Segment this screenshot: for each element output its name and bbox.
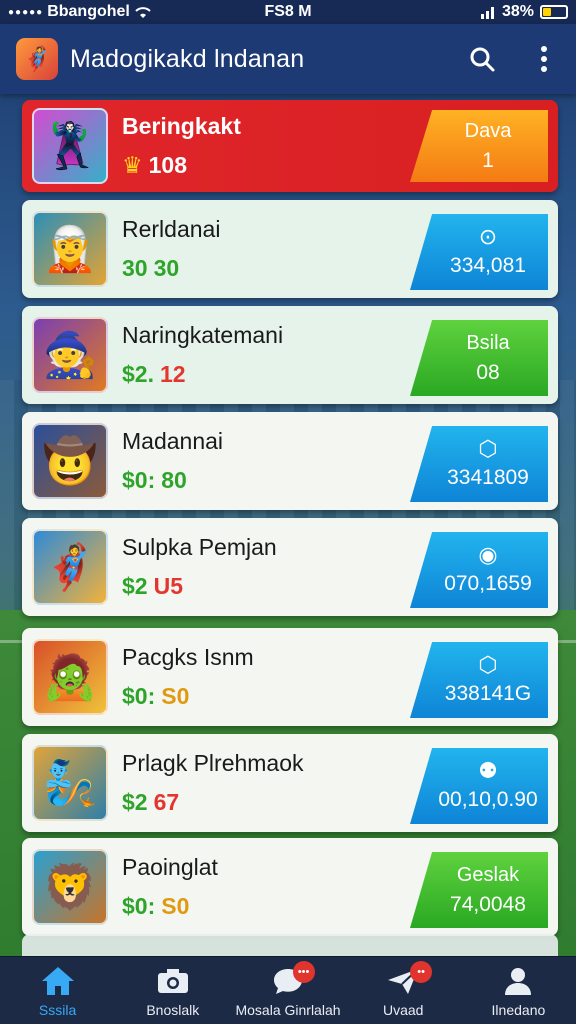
player-avatar: 🧟 xyxy=(32,639,108,715)
nav-label: Uvaad xyxy=(382,1001,424,1018)
badge-value: 1 xyxy=(482,148,494,172)
clock-icon: ⊙ xyxy=(478,224,498,249)
score-part-b: U5 xyxy=(153,573,183,599)
stat-badge[interactable]: ◉ 070,1659 xyxy=(410,532,548,608)
player-avatar: 🧞 xyxy=(32,745,108,821)
player-avatar: 🤠 xyxy=(32,423,108,499)
score-part-a: $2 xyxy=(122,789,148,815)
status-bar: ●●●●● Bbangohel FS8 M 38% xyxy=(0,0,576,24)
badge-value: 08 xyxy=(476,360,500,384)
score-part-b: S0 xyxy=(161,893,190,919)
leaderboard-row[interactable]: 🧟 Pacgks Isnm $0: S0 ⬡ 338141G xyxy=(22,628,558,726)
more-options-button[interactable] xyxy=(528,43,560,75)
stat-badge[interactable]: ⚉ 00,10,0.90 xyxy=(410,748,548,824)
notification-badge-icon: •• xyxy=(410,961,433,983)
score-part-a: $2. xyxy=(122,361,154,387)
leaderboard-row[interactable]: 🦹 Beringkakt ♛ 108 Dava 1 xyxy=(22,100,558,192)
home-icon xyxy=(41,966,74,995)
badge-label: Geslak xyxy=(456,863,520,886)
dice-icon: ⚉ xyxy=(478,758,498,783)
status-time: FS8 M xyxy=(264,3,312,20)
stat-badge[interactable]: Bsila 08 xyxy=(410,320,548,396)
score-part-a: $0: xyxy=(122,893,156,919)
target-icon: ◉ xyxy=(478,542,498,567)
carrier-name: Bbangohel xyxy=(47,3,130,20)
battery-icon xyxy=(540,5,568,19)
battery-percent: 38% xyxy=(501,3,534,20)
nav-send[interactable]: •• Uvaad xyxy=(346,957,461,1024)
score-part-b: 80 xyxy=(161,467,187,493)
leaderboard-row[interactable]: 🤠 Madannai $0: 80 ⬡ 3341809 xyxy=(22,412,558,510)
bottom-nav: Sssila Bnoslalk ••• Mosala Ginrlalah •• … xyxy=(0,956,576,1024)
app-title: Madogikakd lndanan xyxy=(70,44,305,73)
score-part-b: S0 xyxy=(161,683,190,709)
badge-value: 74,0048 xyxy=(450,892,526,916)
leaderboard-row[interactable]: 🧞 Prlagk Plrehmaok $2 67 ⚉ 00,10,0.90 xyxy=(22,734,558,832)
player-avatar: 🦸 xyxy=(32,529,108,605)
player-avatar: 🦁 xyxy=(32,849,108,925)
nav-label: Ilnedano xyxy=(491,1001,546,1018)
badge-value: 00,10,0.90 xyxy=(438,788,538,811)
badge-value: 334,081 xyxy=(450,254,526,277)
badge-value: 070,1659 xyxy=(444,572,532,595)
app-bar: 🦸 Madogikakd lndanan xyxy=(0,24,576,94)
shield-icon: ⬡ xyxy=(478,436,498,461)
score-part-a: 30 xyxy=(122,255,148,281)
score-part-b: 12 xyxy=(159,361,186,387)
leaderboard-row[interactable]: 🦸 Sulpka Pemjan $2 U5 ◉ 070,1659 xyxy=(22,518,558,616)
rank-badge[interactable]: Dava 1 xyxy=(410,110,548,182)
stat-badge[interactable]: ⬡ 338141G xyxy=(410,642,548,718)
badge-value: 3341809 xyxy=(447,466,529,489)
player-score: 108 xyxy=(148,152,187,178)
player-avatar: 🦹 xyxy=(32,108,108,184)
score-part-b: 30 xyxy=(153,255,180,281)
nav-chat[interactable]: ••• Mosala Ginrlalah xyxy=(230,957,345,1024)
badge-label: Dava xyxy=(464,119,512,142)
score-part-a: $0: xyxy=(122,683,156,709)
search-button[interactable] xyxy=(466,43,498,75)
leaderboard-row[interactable]: 🦁 Paoinglat $0: S0 Geslak 74,0048 xyxy=(22,838,558,936)
score-part-a: $0: xyxy=(122,467,156,493)
score-part-b: 67 xyxy=(153,789,180,815)
crown-icon: ♛ xyxy=(122,152,143,178)
badge-value: 338141G xyxy=(444,682,532,705)
app-logo-icon: 🦸 xyxy=(16,38,58,80)
nav-home[interactable]: Sssila xyxy=(0,957,115,1024)
score-part-a: $2 xyxy=(122,573,148,599)
profile-icon xyxy=(505,967,532,995)
nav-label: Sssila xyxy=(38,1001,77,1018)
leaderboard-row[interactable]: 🧙 Naringkatemani $2. 12 Bsila 08 xyxy=(22,306,558,404)
player-avatar: 🧙 xyxy=(32,317,108,393)
player-avatar: 🧝 xyxy=(32,211,108,287)
more-vertical-icon xyxy=(541,46,547,72)
camera-icon xyxy=(157,968,188,993)
signal-dots-icon: ●●●●● xyxy=(8,6,44,18)
badge-label: Bsila xyxy=(466,331,510,354)
nav-label: Bnoslalk xyxy=(146,1001,200,1018)
shield-icon: ⬡ xyxy=(478,652,498,677)
nav-label: Mosala Ginrlalah xyxy=(235,1001,341,1018)
wifi-icon xyxy=(135,7,151,18)
stat-badge[interactable]: ⬡ 3341809 xyxy=(410,426,548,502)
signal-bars-icon xyxy=(480,7,494,19)
stat-badge[interactable]: ⊙ 334,081 xyxy=(410,214,548,290)
leaderboard-row[interactable]: 🧝 Rerldanai 30 30 ⊙ 334,081 xyxy=(22,200,558,298)
search-icon xyxy=(470,47,495,72)
nav-profile[interactable]: Ilnedano xyxy=(461,957,576,1024)
nav-camera[interactable]: Bnoslalk xyxy=(115,957,230,1024)
stat-badge[interactable]: Geslak 74,0048 xyxy=(410,852,548,928)
notification-badge-icon: ••• xyxy=(292,961,315,983)
